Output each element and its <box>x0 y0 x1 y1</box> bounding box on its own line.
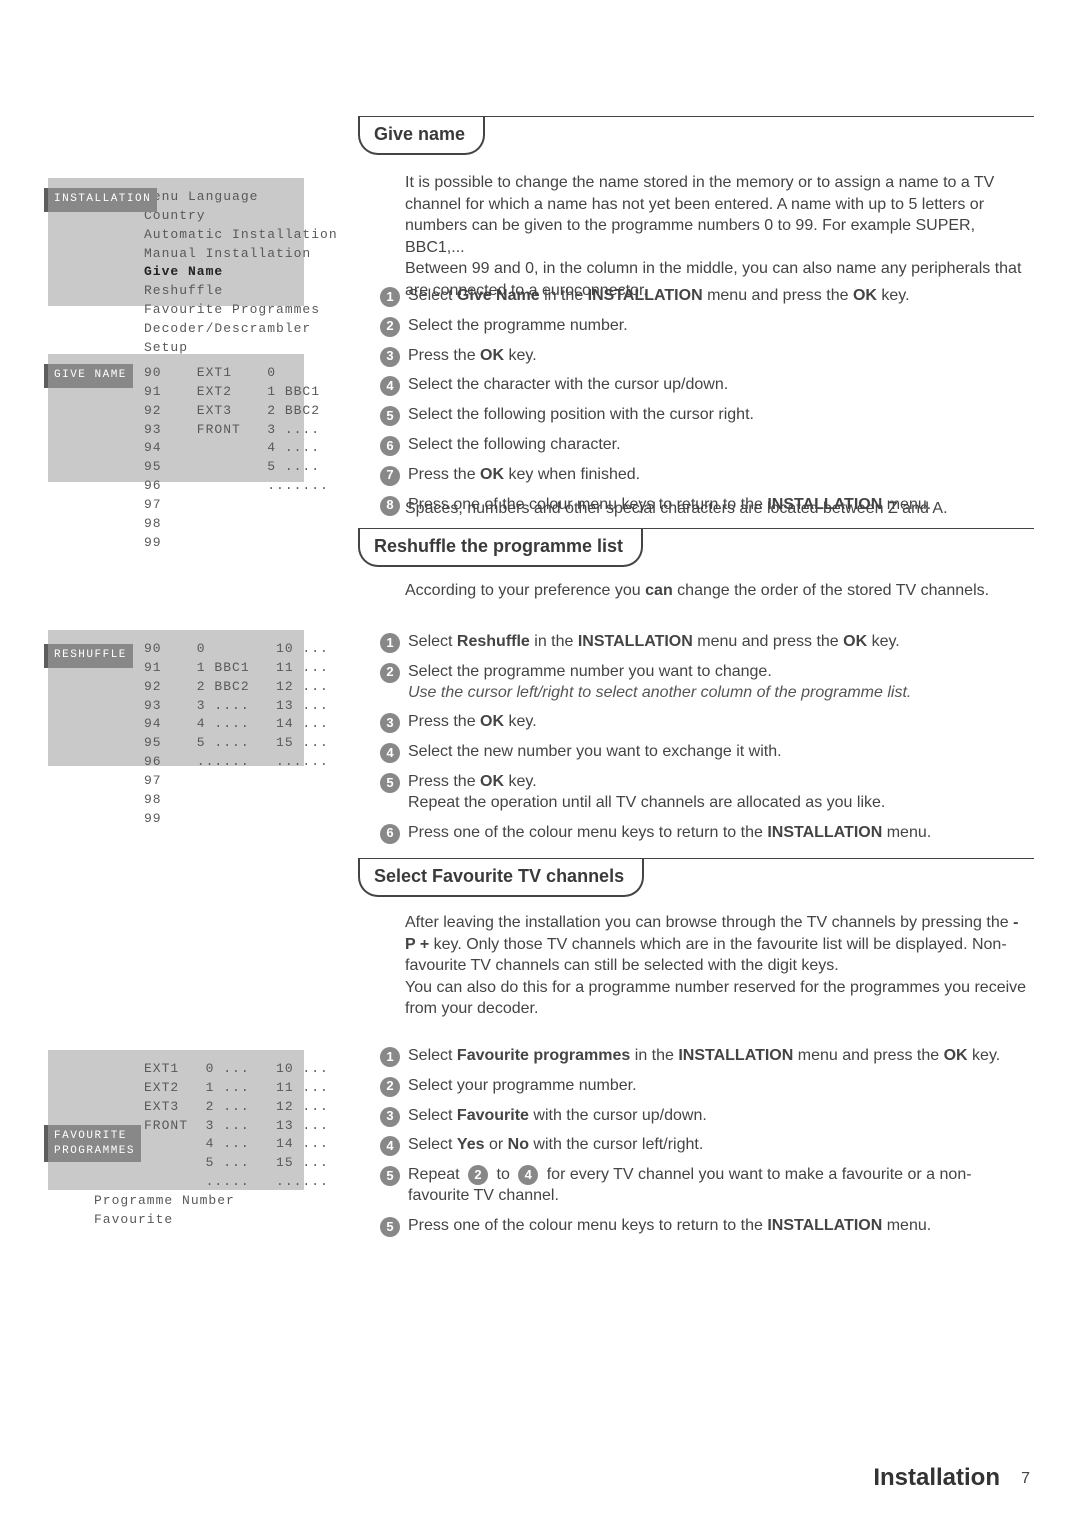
osd-line: 5 ... 15 ... <box>144 1154 292 1173</box>
step-badge: 3 <box>380 347 400 367</box>
step: 4Select the character with the cursor up… <box>380 375 1030 396</box>
osd-line: 4 ... 14 ... <box>144 1135 292 1154</box>
osd-line: 93 FRONT 3 .... <box>144 421 292 440</box>
osd-line: 99 <box>144 810 292 829</box>
osd-line: 98 <box>144 791 292 810</box>
step: 3Press the OK key. <box>380 346 1030 367</box>
step-badge: 4 <box>380 743 400 763</box>
osd-line: 97 <box>144 772 292 791</box>
step: 1 Select Reshuffle in the INSTALLATION m… <box>380 632 1030 653</box>
step-badge: 5 <box>380 1166 400 1186</box>
osd-line: Country <box>144 207 292 226</box>
step-badge: 6 <box>380 436 400 456</box>
step: 1 Select Favourite programmes in the INS… <box>380 1046 1030 1067</box>
step: 7Press the OK key when finished. <box>380 465 1030 486</box>
step: 2 Select the programme number you want t… <box>380 662 1030 704</box>
step-badge: 5 <box>380 406 400 426</box>
heading-reshuffle: Reshuffle the programme list <box>358 528 643 567</box>
step-badge: 2 <box>380 663 400 683</box>
osd-give-name: GIVE NAME 90 EXT1 0 91 EXT2 1 BBC1 92 EX… <box>48 354 304 482</box>
step-badge: 6 <box>380 824 400 844</box>
step: 5Press the OK key.Repeat the operation u… <box>380 772 1030 814</box>
steps-reshuffle: 1 Select Reshuffle in the INSTALLATION m… <box>380 632 1030 852</box>
step: 4Select Yes or No with the cursor left/r… <box>380 1135 1030 1156</box>
osd-line: 91 1 BBC1 11 ... <box>144 659 292 678</box>
osd-favourite: FAVOURITE PROGRAMMES EXT1 0 ... 10 ... E… <box>48 1050 304 1190</box>
step-badge: 1 <box>380 287 400 307</box>
step: 1 Select Give Name in the INSTALLATION m… <box>380 286 1030 307</box>
note-give-name: Spaces, numbers and other special charac… <box>405 498 1030 520</box>
intro-give-name: It is possible to change the name stored… <box>405 172 1030 302</box>
step-badge: 1 <box>380 633 400 653</box>
step-badge: 3 <box>380 1107 400 1127</box>
step: 5 Repeat 2 to 4 for every TV channel you… <box>380 1165 1030 1207</box>
step: 6Select the following character. <box>380 435 1030 456</box>
step-badge: 7 <box>380 466 400 486</box>
osd-line: Programme Number <box>94 1192 292 1211</box>
osd-line: Reshuffle <box>144 282 292 301</box>
osd-line: 94 4 .... <box>144 439 292 458</box>
step: 5Press one of the colour menu keys to re… <box>380 1216 1030 1237</box>
osd-line: Menu Language <box>144 188 292 207</box>
heading-favourite: Select Favourite TV channels <box>358 858 644 897</box>
osd-tab: RESHUFFLE <box>48 644 133 668</box>
intro-reshuffle: According to your preference you can cha… <box>405 580 1030 602</box>
osd-line: 99 <box>144 534 292 553</box>
step-badge: 5 <box>380 1217 400 1237</box>
step-badge: 4 <box>380 376 400 396</box>
osd-line: 96 ...... ...... <box>144 753 292 772</box>
step-badge: 2 <box>380 317 400 337</box>
osd-line: 97 <box>144 496 292 515</box>
step: 4Select the new number you want to excha… <box>380 742 1030 763</box>
osd-line: FRONT 3 ... 13 ... <box>144 1117 292 1136</box>
step: 5Select the following position with the … <box>380 405 1030 426</box>
osd-line-selected: Give Name <box>144 263 292 282</box>
step: 6Press one of the colour menu keys to re… <box>380 823 1030 844</box>
osd-line: EXT2 1 ... 11 ... <box>144 1079 292 1098</box>
osd-line: 92 EXT3 2 BBC2 <box>144 402 292 421</box>
osd-line: 90 EXT1 0 <box>144 364 292 383</box>
footer-section: Installation <box>873 1464 1000 1492</box>
osd-line: EXT3 2 ... 12 ... <box>144 1098 292 1117</box>
steps-favourite: 1 Select Favourite programmes in the INS… <box>380 1046 1030 1246</box>
osd-line: 92 2 BBC2 12 ... <box>144 678 292 697</box>
step-badge: 1 <box>380 1047 400 1067</box>
osd-line: EXT1 0 ... 10 ... <box>144 1060 292 1079</box>
osd-line: ..... ...... <box>144 1173 292 1192</box>
footer-page-number: 7 <box>1021 1470 1030 1488</box>
osd-line: 90 0 10 ... <box>144 640 292 659</box>
osd-line: Favourite <box>94 1211 292 1230</box>
osd-reshuffle: RESHUFFLE 90 0 10 ... 91 1 BBC1 11 ... 9… <box>48 630 304 766</box>
osd-line: 95 5 .... 15 ... <box>144 734 292 753</box>
step-badge: 8 <box>380 496 400 516</box>
step-badge: 4 <box>380 1136 400 1156</box>
osd-line: 94 4 .... 14 ... <box>144 715 292 734</box>
osd-line: 96 ....... <box>144 477 292 496</box>
step: 3Select Favourite with the cursor up/dow… <box>380 1106 1030 1127</box>
osd-tab: GIVE NAME <box>48 364 133 388</box>
osd-line: Manual Installation <box>144 245 292 264</box>
step-badge: 3 <box>380 713 400 733</box>
osd-installation: INSTALLATION Menu Language Country Autom… <box>48 178 304 306</box>
intro-favourite: After leaving the installation you can b… <box>405 912 1030 1020</box>
osd-tab: FAVOURITE PROGRAMMES <box>48 1125 141 1162</box>
step-badge: 5 <box>380 773 400 793</box>
osd-line: 91 EXT2 1 BBC1 <box>144 383 292 402</box>
osd-tab: INSTALLATION <box>48 188 157 212</box>
osd-line: Automatic Installation <box>144 226 292 245</box>
step: 2Select your programme number. <box>380 1076 1030 1097</box>
osd-line: 95 5 .... <box>144 458 292 477</box>
step-badge: 2 <box>380 1077 400 1097</box>
chip-4: 4 <box>518 1165 538 1185</box>
steps-give-name: 1 Select Give Name in the INSTALLATION m… <box>380 286 1030 524</box>
osd-line: Decoder/Descrambler <box>144 320 292 339</box>
step: 3Press the OK key. <box>380 712 1030 733</box>
osd-line: 98 <box>144 515 292 534</box>
osd-line: 93 3 .... 13 ... <box>144 697 292 716</box>
chip-2: 2 <box>468 1165 488 1185</box>
osd-line: Favourite Programmes <box>144 301 292 320</box>
heading-give-name: Give name <box>358 116 485 155</box>
step: 2Select the programme number. <box>380 316 1030 337</box>
